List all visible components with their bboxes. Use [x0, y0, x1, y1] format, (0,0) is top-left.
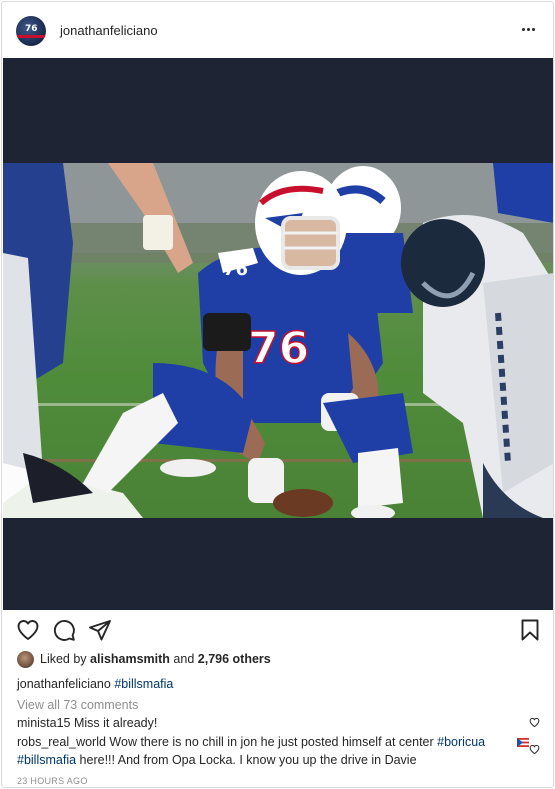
football-scene: 76 76: [3, 163, 553, 518]
bookmark-icon[interactable]: [518, 618, 542, 642]
avatar-stripe: [16, 35, 46, 38]
post-timestamp[interactable]: 23 HOURS AGO: [17, 776, 88, 786]
comment-item: minista15 Miss it already!: [17, 714, 517, 732]
liker-avatar[interactable]: [17, 650, 34, 668]
author-avatar[interactable]: 76: [16, 16, 46, 46]
post-header: 76 jonathanfeliciano: [2, 2, 553, 58]
caption-username[interactable]: jonathanfeliciano: [17, 677, 111, 691]
instagram-post: 76 jonathanfeliciano 76 76 Liked by alis…: [1, 1, 554, 788]
jersey-number: 76: [248, 323, 309, 374]
comment-heart-icon[interactable]: [529, 717, 540, 728]
more-horizontal-icon[interactable]: [522, 28, 536, 32]
comment-text: Miss it already!: [73, 716, 158, 730]
comment-heart-icon[interactable]: [529, 744, 540, 755]
comment-item: robs_real_world Wow there is no chill in…: [17, 733, 527, 769]
comment-text-continued: here!!! And from Opa Locka. I know you u…: [79, 753, 417, 767]
comment-icon[interactable]: [52, 618, 76, 642]
comment-username[interactable]: minista15: [17, 716, 71, 730]
view-all-comments-link[interactable]: View all 73 comments: [17, 698, 138, 712]
action-bar: [2, 610, 553, 648]
likes-count-link[interactable]: 2,796 others: [198, 652, 271, 666]
share-icon[interactable]: [88, 618, 112, 642]
post-media[interactable]: 76 76: [3, 58, 553, 610]
puerto-rico-flag-icon: [517, 738, 529, 747]
shoulder-number: 76: [223, 259, 248, 280]
post-photo: 76 76: [3, 163, 553, 518]
heart-icon[interactable]: [16, 618, 40, 642]
caption-hashtag[interactable]: #billsmafia: [114, 677, 173, 691]
comment-hashtag[interactable]: #boricua: [437, 735, 485, 749]
likes-summary: Liked by alishamsmith and 2,796 others: [17, 650, 271, 668]
likes-middle: and: [173, 652, 195, 666]
comment-text: Wow there is no chill in jon he just pos…: [109, 735, 434, 749]
avatar-jersey-number: 76: [25, 24, 38, 34]
comment-username[interactable]: robs_real_world: [17, 735, 106, 749]
comment-hashtag[interactable]: #billsmafia: [17, 753, 76, 767]
likes-prefix: Liked by: [40, 652, 87, 666]
liker-username[interactable]: alishamsmith: [90, 652, 170, 666]
author-username[interactable]: jonathanfeliciano: [60, 23, 158, 38]
post-caption: jonathanfeliciano #billsmafia: [17, 677, 173, 691]
